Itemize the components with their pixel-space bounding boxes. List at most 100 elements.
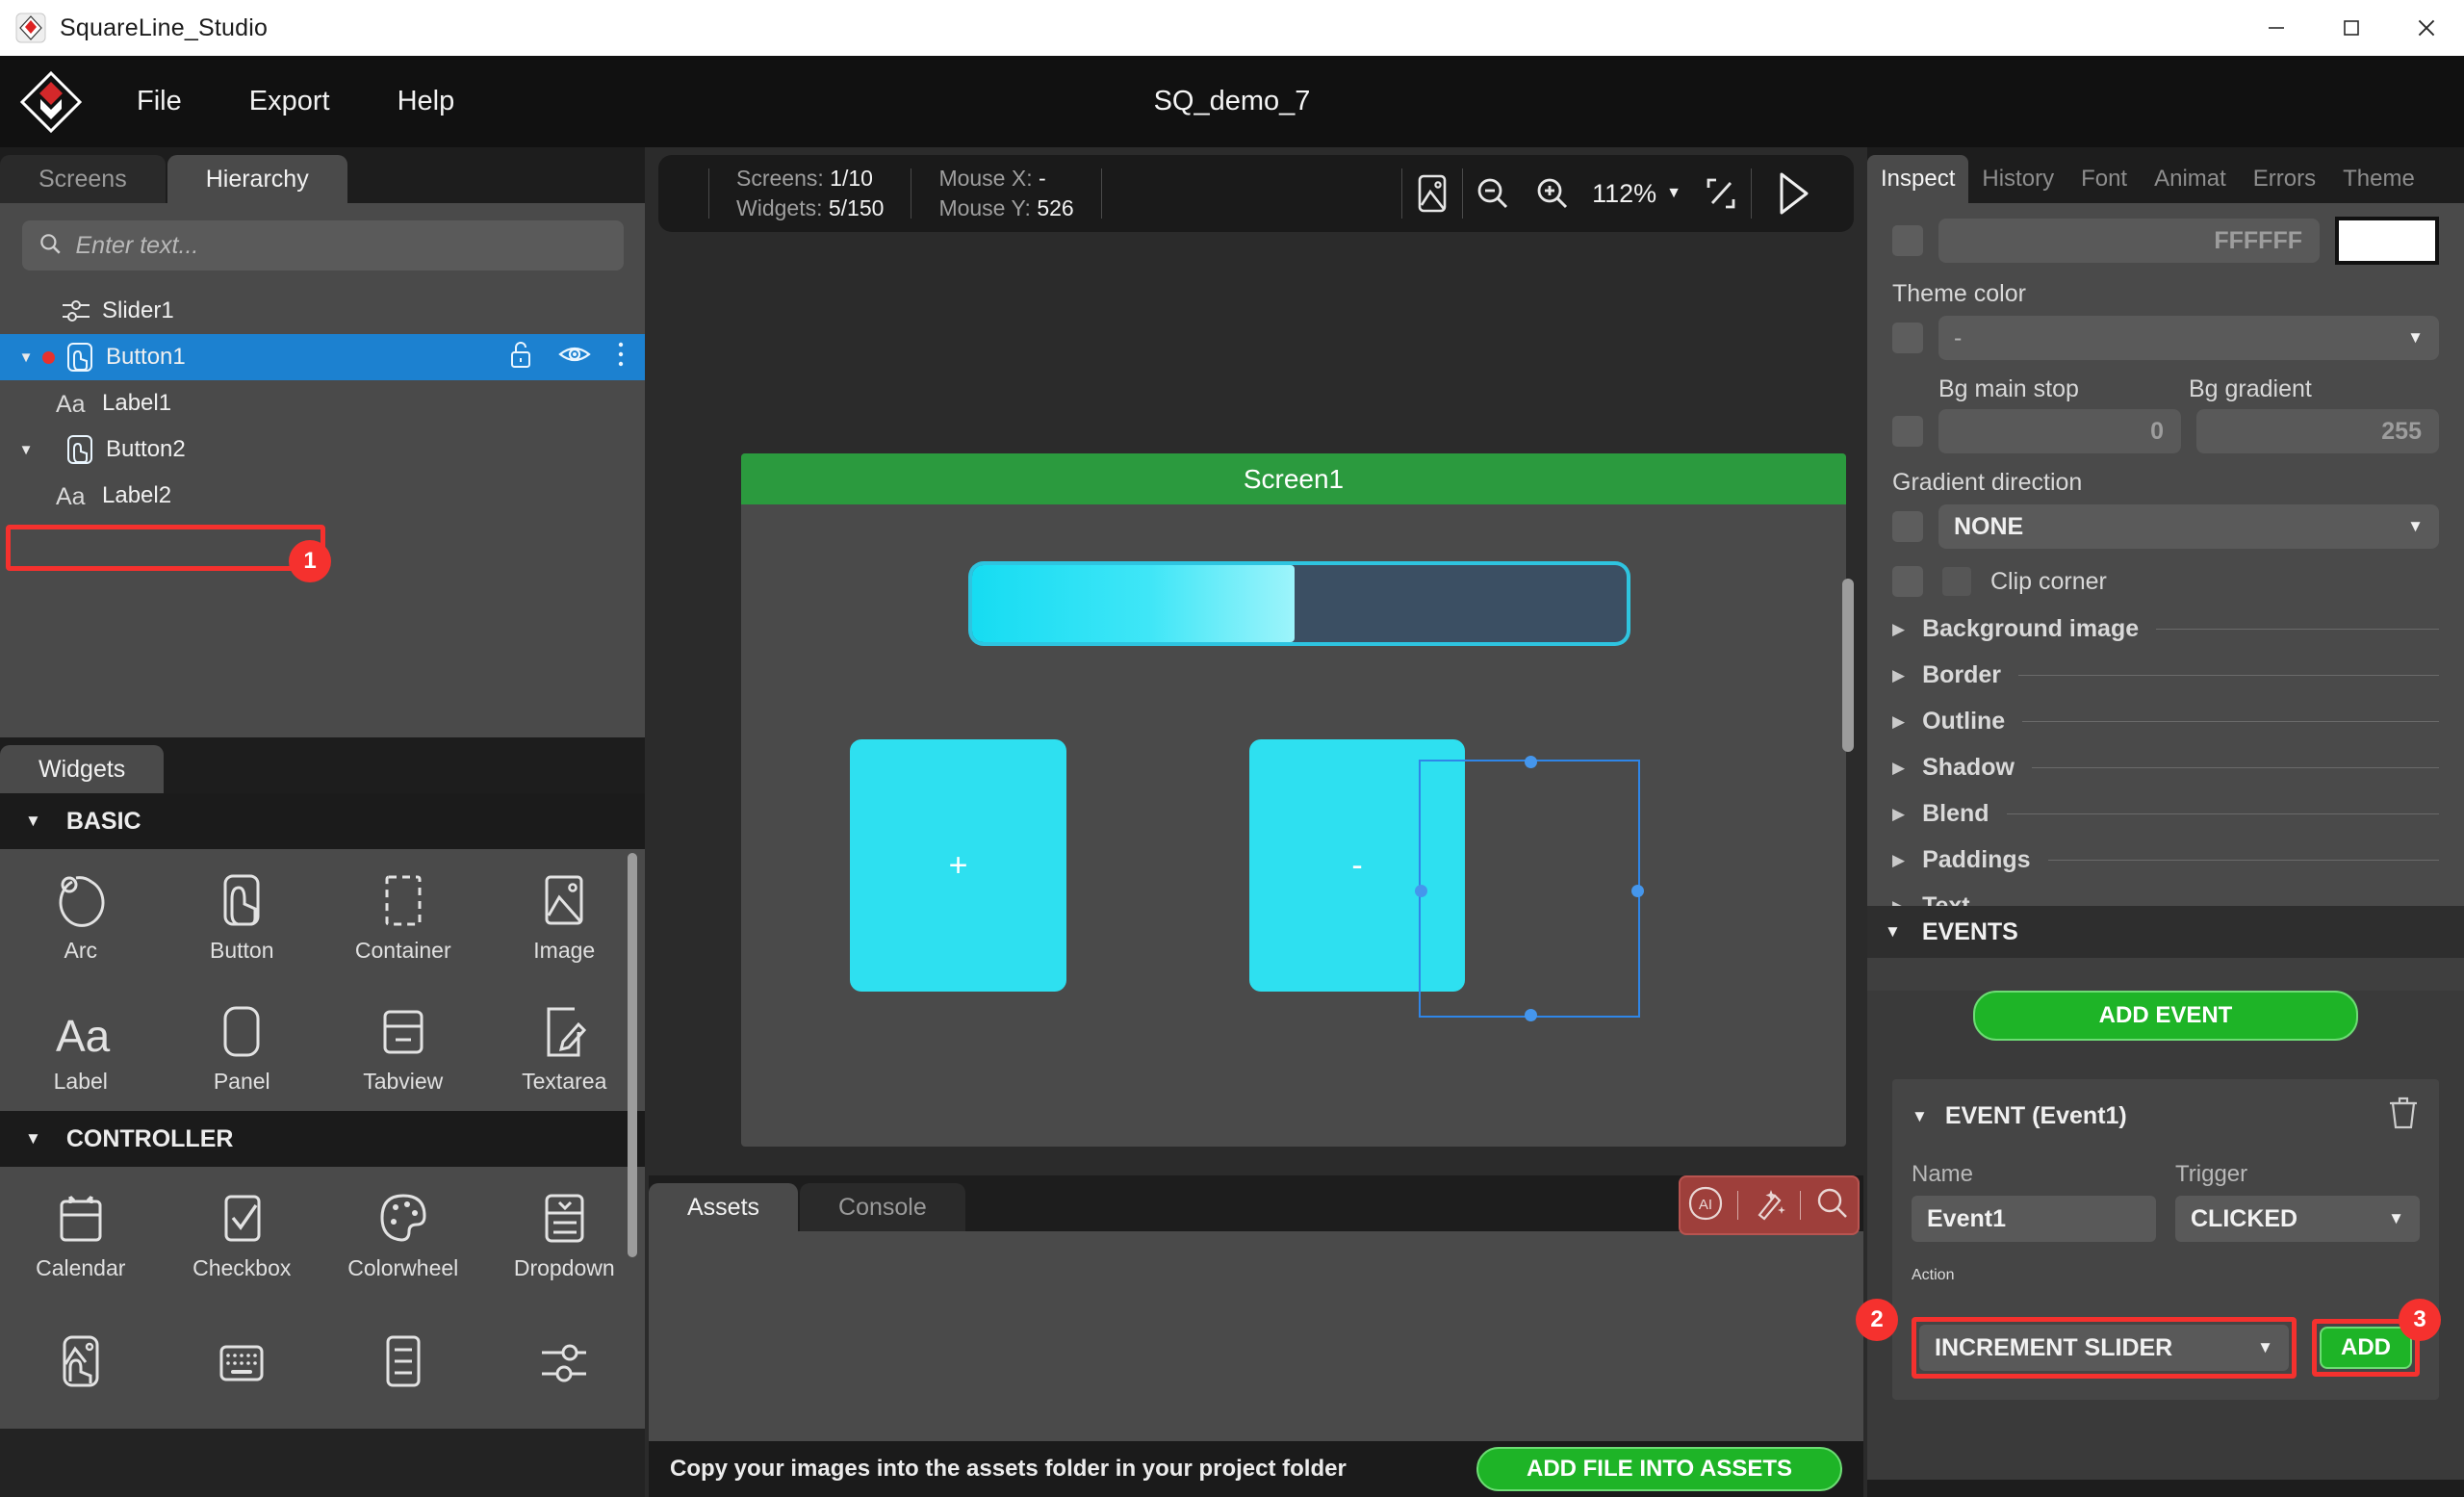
tab-inspect[interactable]: Inspect (1867, 155, 1969, 203)
chevron-down-icon[interactable]: ▼ (13, 442, 38, 458)
close-icon (2418, 19, 2435, 37)
zoom-out-button[interactable] (1463, 164, 1523, 223)
widget-container[interactable]: Container (322, 849, 484, 980)
tree-item-slider1[interactable]: Slider1 (0, 288, 645, 334)
gradient-direction-checkbox[interactable] (1892, 511, 1923, 542)
zoom-level-control[interactable]: 112% ▼ (1582, 179, 1691, 209)
widgets-scrollbar[interactable] (628, 853, 637, 1257)
zoom-in-button[interactable] (1523, 164, 1582, 223)
widget-dropdown[interactable]: Dropdown (484, 1167, 646, 1298)
more-vertical-icon[interactable] (616, 340, 626, 375)
event-trigger-value: CLICKED (2191, 1204, 2298, 1232)
modified-dot-icon (38, 350, 58, 364)
tree-item-label: Button2 (106, 436, 186, 462)
clip-corner-checkbox[interactable] (1942, 567, 1971, 596)
tree-item-button1[interactable]: ▼ Button1 (0, 334, 645, 380)
minimize-button[interactable] (2239, 0, 2314, 56)
widget-tabview[interactable]: Tabview (322, 980, 484, 1111)
imagebutton-icon (53, 1328, 109, 1393)
tab-theme[interactable]: Theme (2329, 155, 2428, 203)
magic-wand-icon[interactable] (1750, 1184, 1788, 1227)
accordion-text[interactable]: ▶ Text (1892, 892, 2439, 906)
bg-main-stop-input[interactable]: 0 (1938, 409, 2181, 453)
widget-panel[interactable]: Panel (162, 980, 323, 1111)
widget-group-controller[interactable]: ▼ CONTROLLER (0, 1111, 645, 1167)
accordion-background-image[interactable]: ▶ Background image (1892, 615, 2439, 643)
tab-hierarchy[interactable]: Hierarchy (167, 155, 347, 203)
accordion-paddings[interactable]: ▶ Paddings (1892, 846, 2439, 874)
widget-keyboard[interactable] (162, 1298, 323, 1429)
add-event-button[interactable]: ADD EVENT (1973, 991, 2358, 1041)
color-enable-checkbox[interactable] (1892, 225, 1923, 256)
tab-font[interactable]: Font (2067, 155, 2141, 203)
widget-slider[interactable] (484, 1298, 646, 1429)
accordion-outline[interactable]: ▶ Outline (1892, 708, 2439, 736)
gradient-direction-select[interactable]: NONE ▼ (1938, 504, 2439, 549)
tab-console[interactable]: Console (800, 1183, 965, 1231)
widget-colorwheel[interactable]: Colorwheel (322, 1167, 484, 1298)
event-name-input[interactable]: Event1 (1912, 1196, 2156, 1242)
theme-color-select[interactable]: - ▼ (1938, 316, 2439, 360)
tab-animat[interactable]: Animat (2141, 155, 2240, 203)
widget-textarea[interactable]: Textarea (484, 980, 646, 1111)
tab-errors[interactable]: Errors (2240, 155, 2329, 203)
widget-label-item[interactable]: Aa Label (0, 980, 162, 1111)
widget-calendar[interactable]: Calendar (0, 1167, 162, 1298)
hierarchy-search[interactable]: Enter text... (21, 220, 624, 271)
widget-grid-basic: Arc Button Container Image Aa Label Pane… (0, 849, 645, 1111)
widget-group-basic[interactable]: ▼ BASIC (0, 793, 645, 849)
fit-screen-button[interactable] (1691, 164, 1751, 223)
menu-file[interactable]: File (131, 80, 188, 123)
search-icon[interactable] (1813, 1184, 1852, 1227)
chevron-down-icon[interactable]: ▼ (13, 349, 38, 366)
widget-image[interactable]: Image (484, 849, 646, 980)
chevron-down-icon: ▼ (1885, 922, 1901, 941)
widget-checkbox[interactable]: Checkbox (162, 1167, 323, 1298)
search-input[interactable]: Enter text... (76, 232, 199, 260)
clip-corner-enable-checkbox[interactable] (1892, 566, 1923, 597)
theme-color-checkbox[interactable] (1892, 323, 1923, 353)
accordion-shadow[interactable]: ▶ Shadow (1892, 754, 2439, 782)
tab-widgets[interactable]: Widgets (0, 745, 165, 793)
event-add-button[interactable]: ADD (2320, 1327, 2412, 1369)
tab-history[interactable]: History (1968, 155, 2067, 203)
canvas-button2[interactable]: - (1249, 739, 1465, 992)
event-trigger-select[interactable]: CLICKED ▼ (2175, 1196, 2420, 1242)
bg-gradient-input[interactable]: 255 (2196, 409, 2439, 453)
canvas-button1[interactable]: + (850, 739, 1066, 992)
accordion-border[interactable]: ▶ Border (1892, 661, 2439, 689)
add-file-into-assets-button[interactable]: ADD FILE INTO ASSETS (1476, 1447, 1842, 1491)
ai-icon[interactable]: AI (1686, 1184, 1725, 1227)
chevron-down-icon[interactable]: ▼ (1912, 1107, 1928, 1126)
accordion-blend[interactable]: ▶ Blend (1892, 800, 2439, 828)
menu-export[interactable]: Export (244, 80, 336, 123)
widget-arc[interactable]: Arc (0, 849, 162, 980)
tree-item-label2[interactable]: Aa Label2 (0, 473, 645, 519)
events-section-header[interactable]: ▼ EVENTS (1867, 906, 2464, 958)
widget-list[interactable] (322, 1298, 484, 1429)
canvas-slider1[interactable] (972, 565, 1627, 642)
tab-assets[interactable]: Assets (649, 1183, 799, 1231)
play-button[interactable] (1752, 170, 1835, 217)
tree-item-button2[interactable]: ▼ Button2 (0, 426, 645, 473)
close-button[interactable] (2389, 0, 2464, 56)
widget-imagebutton[interactable] (0, 1298, 162, 1429)
event-action-select[interactable]: INCREMENT SLIDER ▼ (1919, 1325, 2289, 1371)
image-preview-button[interactable] (1402, 164, 1462, 223)
widget-button[interactable]: Button (162, 849, 323, 980)
trash-icon[interactable] (2387, 1095, 2420, 1138)
unlock-icon[interactable] (508, 340, 533, 375)
maximize-button[interactable] (2314, 0, 2389, 56)
eye-icon[interactable] (558, 342, 591, 374)
menu-help[interactable]: Help (392, 80, 461, 123)
svg-text:Aa: Aa (56, 1011, 111, 1061)
bg-main-stop-label: Bg main stop (1938, 375, 2079, 402)
tab-screens[interactable]: Screens (0, 155, 166, 203)
tree-item-label1[interactable]: Aa Label1 (0, 380, 645, 426)
canvas-vertical-scrollbar[interactable] (1842, 579, 1854, 752)
color-hex-input[interactable]: FFFFFF (1938, 219, 2320, 263)
color-swatch[interactable] (2335, 217, 2439, 265)
design-canvas[interactable]: Screen1 + - (649, 242, 1863, 1291)
assets-list[interactable] (649, 1231, 1863, 1441)
bg-stop-checkbox[interactable] (1892, 416, 1923, 447)
